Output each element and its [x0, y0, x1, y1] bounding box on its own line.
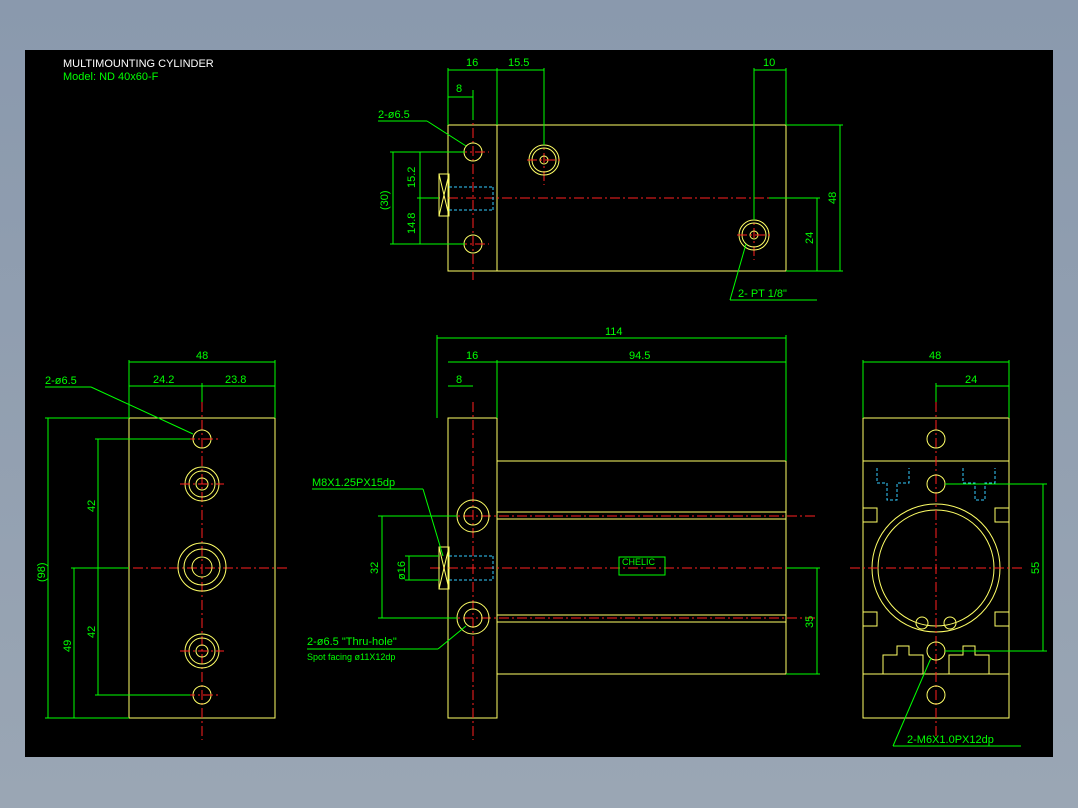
right-dim-24: 24 [965, 374, 977, 386]
top-dim-15-2: 15.2 [406, 167, 418, 188]
title-line-1: MULTIMOUNTING CYLINDER [63, 58, 214, 70]
front-dim-94-5: 94.5 [629, 350, 650, 362]
right-dim-55: 55 [1030, 562, 1042, 574]
left-holes-label: 2-ø6.5 [45, 375, 77, 387]
left-dim-49: 49 [62, 640, 74, 652]
top-holes-label: 2-ø6.5 [378, 109, 410, 121]
front-holes-label: 2-ø6.5 "Thru-hole" [307, 636, 397, 648]
front-view: CHELIC 114 16 94.5 8 M8X1.25PX15dp 32 ø1… [307, 326, 820, 740]
front-dim-16-dia: ø16 [396, 561, 408, 580]
front-thread-label: M8X1.25PX15dp [312, 477, 395, 489]
cad-drawing: MULTIMOUNTING CYLINDER Model: ND 40x60-F [36, 57, 1047, 747]
top-view: 16 15.5 10 8 2-ø6.5 (30) 15.2 14.8 48 24… [378, 57, 843, 301]
top-dim-30: (30) [379, 190, 391, 210]
title-line-2: Model: ND 40x60-F [63, 71, 159, 83]
top-dim-10: 10 [763, 57, 775, 69]
right-dim-48: 48 [929, 350, 941, 362]
top-dim-16: 16 [466, 57, 478, 69]
right-thread-label: 2-M6X1.0PX12dp [907, 734, 994, 746]
front-dim-8: 8 [456, 374, 462, 386]
top-dim-15-5: 15.5 [508, 57, 529, 69]
top-dim-24: 24 [804, 232, 816, 244]
front-dim-114: 114 [605, 326, 623, 338]
front-logo-text: CHELIC [622, 557, 656, 567]
top-dim-14-8: 14.8 [406, 213, 418, 234]
top-dim-48: 48 [827, 192, 839, 204]
left-dim-23-8: 23.8 [225, 374, 246, 386]
left-dim-48: 48 [196, 350, 208, 362]
left-dim-42b: 42 [86, 626, 98, 638]
left-dim-98: (98) [36, 562, 48, 582]
front-dim-35: 35 [804, 616, 816, 628]
top-port-label: 2- PT 1/8" [738, 288, 787, 300]
front-dim-16: 16 [466, 350, 478, 362]
left-dim-42a: 42 [86, 500, 98, 512]
drawing-viewport[interactable]: MULTIMOUNTING CYLINDER Model: ND 40x60-F [25, 50, 1053, 757]
front-spot-label: Spot facing ø11X12dp [307, 652, 395, 662]
left-dim-24-2: 24.2 [153, 374, 174, 386]
front-dim-32: 32 [369, 562, 381, 574]
right-view: 48 24 55 2-M6X1.0PX12dp [850, 350, 1047, 747]
left-view: 48 24.2 23.8 2-ø6.5 42 42 (98) 49 [36, 350, 289, 740]
top-dim-8: 8 [456, 83, 462, 95]
